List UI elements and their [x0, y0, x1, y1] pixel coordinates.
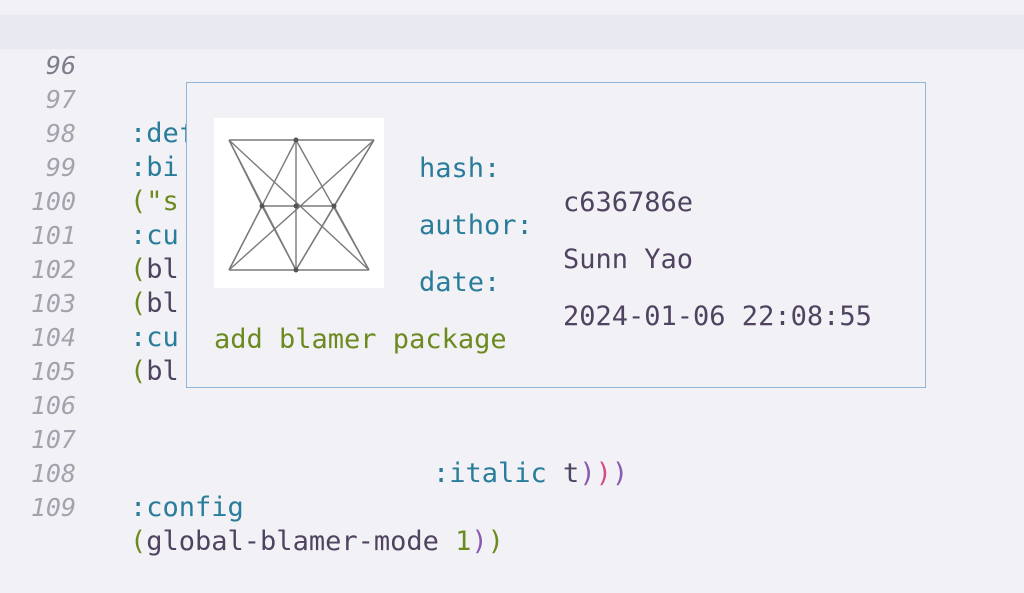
- code-line-97[interactable]: 97 :defer 20: [0, 49, 1024, 149]
- commit-author-row: author: Sunn Yao: [419, 175, 909, 275]
- close-paren: ): [487, 526, 504, 557]
- code-line-108[interactable]: 108 :config: [0, 423, 1024, 523]
- author-avatar: [214, 118, 384, 288]
- commit-hash-row: hash: c636786e: [419, 118, 909, 218]
- open-paren: (: [130, 526, 147, 557]
- number-literal: 1: [455, 526, 472, 557]
- geometric-star-avatar-icon: [214, 118, 384, 288]
- commit-date-row: date: 2024-01-06 22:08:55: [419, 232, 909, 332]
- code-line-109[interactable]: 109 (global-blamer-mode 1)): [0, 457, 1024, 557]
- code-line-107[interactable]: 107 :italic t))): [0, 389, 1024, 489]
- date-label: date:: [419, 267, 501, 298]
- code-line-96[interactable]: 96 (use-package blamer: [0, 15, 1024, 149]
- line-number: 109: [30, 493, 76, 522]
- blame-popup: hash: c636786e author: Sunn Yao date: 20…: [186, 82, 926, 388]
- close-paren: ): [471, 526, 488, 557]
- commit-summary: add blamer package: [214, 324, 507, 355]
- function-call: global-blamer-mode: [146, 526, 456, 557]
- date-value: 2024-01-06 22:08:55: [563, 301, 872, 332]
- config-keyword: :config: [130, 492, 244, 523]
